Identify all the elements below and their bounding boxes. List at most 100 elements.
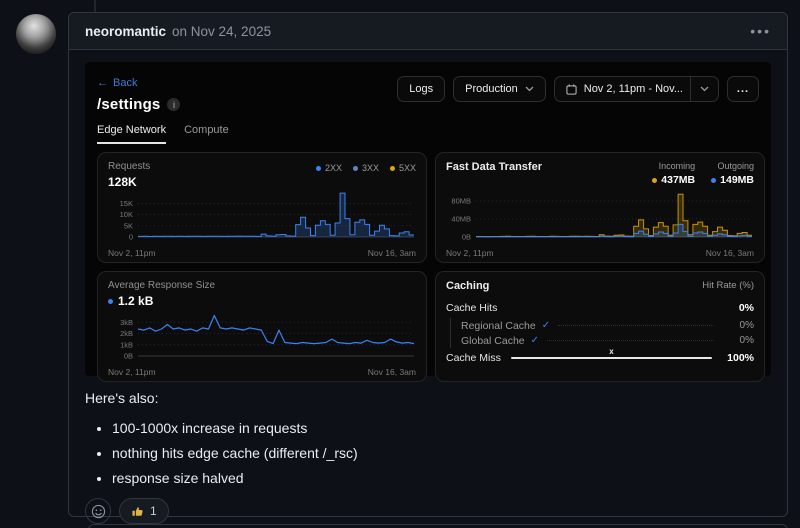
legend-label-2xx: 2XX <box>324 163 342 173</box>
outgoing-dot <box>711 177 717 183</box>
add-reaction-button[interactable] <box>85 498 111 524</box>
date-range-label: Nov 2, 11pm - Nov... <box>583 83 683 95</box>
incoming-label: Incoming <box>658 161 696 171</box>
hit-rate-label: Hit Rate (%) <box>702 280 754 291</box>
regional-cache-row: Regional Cache ✓ 0% <box>461 318 754 333</box>
caching-panel: Caching Hit Rate (%) Cache Hits 0% Regio… <box>435 271 765 382</box>
dashboard-actions: Logs Production Nov 2, 11pm - Nov... ... <box>397 76 759 102</box>
requests-chart[interactable]: 15K 10K 5K 0 <box>108 189 416 247</box>
response-dot <box>108 298 113 304</box>
transfer-x-start: Nov 2, 11pm <box>446 248 494 258</box>
requests-title: Requests <box>108 161 151 172</box>
caching-title: Caching <box>446 280 490 292</box>
response-x-end: Nov 16, 3am <box>367 367 416 377</box>
global-cache-label: Global Cache <box>461 334 525 347</box>
page-title: /settings <box>97 96 161 113</box>
comment-header: neoromantic on Nov 24, 2025 ••• <box>69 13 787 50</box>
svg-text:5K: 5K <box>124 221 133 230</box>
kebab-menu-icon[interactable]: ••• <box>750 23 771 39</box>
tab-compute[interactable]: Compute <box>184 124 229 144</box>
svg-text:15K: 15K <box>120 199 133 208</box>
dashboard-tabs: Edge Network Compute <box>97 124 759 144</box>
incoming-dot <box>652 177 658 183</box>
legend-dot-5xx <box>389 165 395 171</box>
incoming-value: 437MB <box>661 174 696 186</box>
transfer-legend: Incoming 437MB Outgoing 149MB <box>652 161 754 186</box>
environment-select[interactable]: Production <box>453 76 546 102</box>
svg-text:2kB: 2kB <box>120 329 133 338</box>
date-range-picker[interactable]: Nov 2, 11pm - Nov... <box>553 76 719 102</box>
transfer-title: Fast Data Transfer <box>446 161 542 173</box>
dashboard-screenshot[interactable]: ← Back /settings i Logs Production Nov 2… <box>85 62 771 382</box>
cache-hits-value: 0% <box>738 302 754 314</box>
response-current: 1.2 kB <box>118 294 154 308</box>
logs-button[interactable]: Logs <box>397 76 446 102</box>
thumbs-up-icon <box>131 505 144 518</box>
reaction-count: 1 <box>150 504 157 518</box>
date-chevron-down-icon[interactable] <box>690 77 718 101</box>
thumbs-up-reaction[interactable]: 1 <box>119 498 169 524</box>
global-cache-row: Global Cache ✓ 0% <box>461 333 754 348</box>
svg-text:3kB: 3kB <box>120 318 133 327</box>
back-label: Back <box>113 77 138 89</box>
cache-miss-value: 100% <box>727 352 754 364</box>
requests-legend: 2XX 3XX 5XX <box>315 161 416 173</box>
svg-text:80MB: 80MB <box>451 197 471 206</box>
requests-panel: Requests 128K 2XX 3XX 5XX 15K 10K 5K 0 Nov … <box>97 152 427 263</box>
requests-total: 128K <box>108 175 137 189</box>
reactions-bar: 1 <box>85 498 771 524</box>
outgoing-label: Outgoing <box>717 161 754 171</box>
outgoing-value: 149MB <box>720 174 754 186</box>
response-size-panel: Average Response Size 1.2 kB 3kB 2kB 1kB 0B… <box>97 271 427 382</box>
svg-text:0: 0 <box>129 233 133 242</box>
legend-label-3xx: 3XX <box>361 163 379 173</box>
comment-timestamp: on Nov 24, 2025 <box>172 23 272 39</box>
legend-label-5xx: 5XX <box>398 163 416 173</box>
legend-dot-2xx <box>315 165 321 171</box>
bullet-item: nothing hits edge cache (different /_rsc… <box>112 445 771 461</box>
cache-sub-rows: Regional Cache ✓ 0% Global Cache ✓ 0% <box>450 318 754 348</box>
global-cache-value: 0% <box>739 335 754 346</box>
cache-miss-label: Cache Miss <box>446 352 501 364</box>
cache-miss-bar: x <box>510 347 712 359</box>
dotted-leader <box>558 325 714 326</box>
response-title: Average Response Size <box>108 280 216 291</box>
check-icon: ✓ <box>541 320 551 331</box>
comment-card: neoromantic on Nov 24, 2025 ••• ← Back /… <box>68 12 788 524</box>
response-x-start: Nov 2, 11pm <box>108 367 156 377</box>
back-link[interactable]: ← Back <box>97 77 137 89</box>
transfer-x-end: Nov 16, 3am <box>705 248 754 258</box>
more-options-button[interactable]: ... <box>727 76 759 102</box>
avatar[interactable] <box>16 14 56 54</box>
svg-text:10K: 10K <box>120 210 133 219</box>
comment-author[interactable]: neoromantic <box>85 24 166 39</box>
back-arrow-icon: ← <box>97 77 108 89</box>
check-icon: ✓ <box>530 335 540 346</box>
logs-button-label: Logs <box>409 83 434 95</box>
x-marker: x <box>609 347 614 356</box>
next-comment-top-edge <box>88 524 788 528</box>
comment-bullet-list: 100-1000x increase in requests nothing h… <box>85 420 771 486</box>
bullet-item: 100-1000x increase in requests <box>112 420 771 436</box>
tab-edge-network[interactable]: Edge Network <box>97 124 167 144</box>
comment-body: ← Back /settings i Logs Production Nov 2… <box>69 50 787 524</box>
cache-hits-row: Cache Hits 0% <box>446 300 754 316</box>
cache-miss-row: Cache Miss x 100% <box>446 347 754 366</box>
legend-dot-3xx <box>352 165 358 171</box>
smiley-icon <box>91 504 105 518</box>
svg-text:0B: 0B <box>124 352 133 361</box>
info-icon[interactable]: i <box>167 98 181 111</box>
comment-intro: Here's also: <box>85 390 159 406</box>
environment-label: Production <box>465 83 518 95</box>
requests-x-start: Nov 2, 11pm <box>108 248 156 258</box>
cache-hits-label: Cache Hits <box>446 302 498 314</box>
requests-x-end: Nov 16, 3am <box>367 248 416 258</box>
svg-text:1kB: 1kB <box>120 340 133 349</box>
regional-cache-label: Regional Cache <box>461 319 536 332</box>
response-chart[interactable]: 3kB 2kB 1kB 0B <box>108 308 416 366</box>
transfer-chart[interactable]: 80MB 40MB 0B <box>446 189 754 247</box>
calendar-icon <box>566 83 577 95</box>
dotted-leader <box>547 340 714 341</box>
regional-cache-value: 0% <box>739 320 754 331</box>
